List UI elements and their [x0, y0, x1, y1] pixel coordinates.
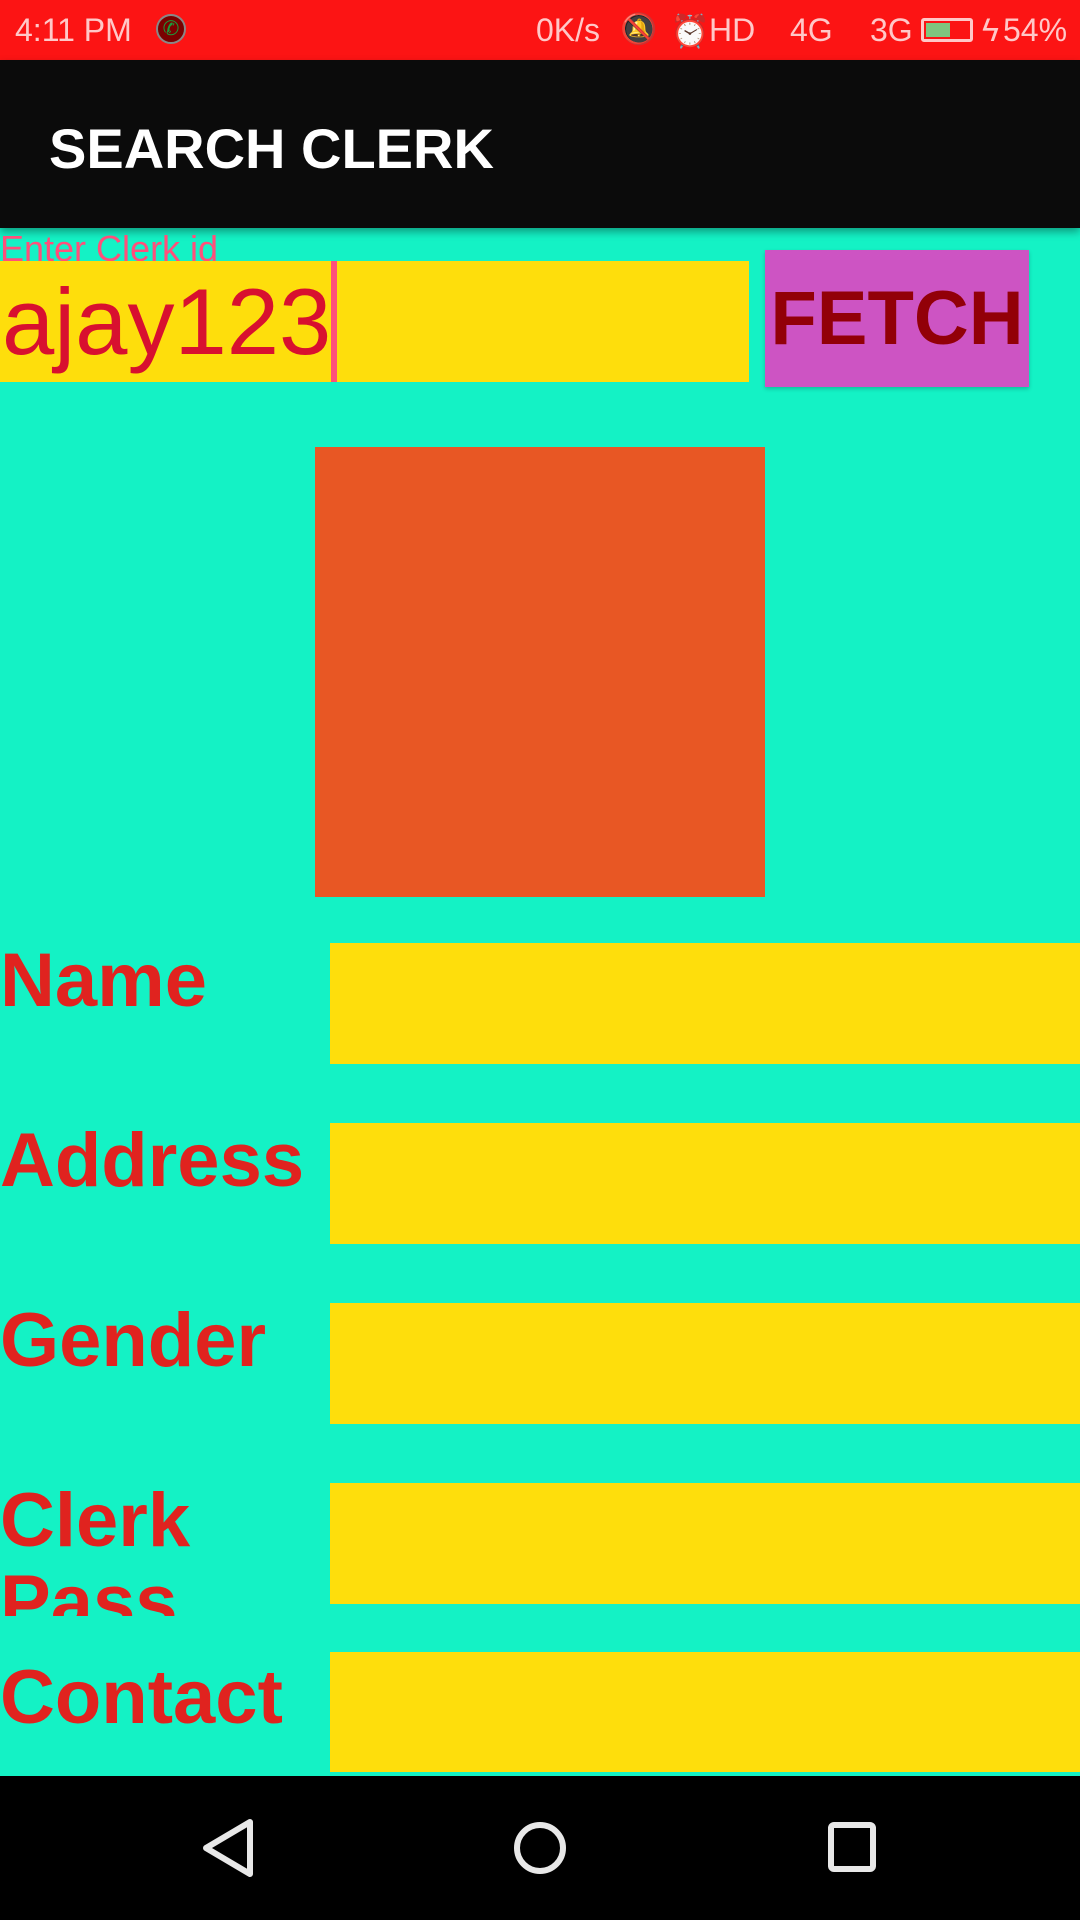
gender-label: Gender	[0, 1300, 267, 1383]
status-time: 4:11 PM	[15, 12, 132, 48]
recents-icon[interactable]	[826, 1816, 882, 1885]
app-toolbar: SEARCH CLERK	[0, 60, 1080, 228]
call-recorder-icon: ✆	[156, 14, 186, 44]
battery-percent: 54%	[1003, 12, 1068, 48]
contact-label: Contact	[0, 1657, 283, 1740]
net-speed: 0K/s	[536, 12, 601, 48]
fetch-button[interactable]: FETCH	[765, 250, 1029, 387]
home-icon[interactable]	[512, 1816, 568, 1885]
name-label: Name	[0, 940, 207, 1023]
text-cursor	[331, 261, 338, 382]
alarm-icon: ⏰	[670, 13, 710, 49]
status-bar: 4:11 PM ✆ 0K/s 🔕 ⏰ HD 4G 3G ϟ 54%	[0, 0, 1080, 60]
name-field[interactable]	[330, 943, 1080, 1064]
signal-hd: HD	[709, 12, 756, 48]
signal-3g: 3G	[870, 12, 913, 48]
page-title: SEARCH CLERK	[49, 117, 494, 180]
gender-field[interactable]	[330, 1303, 1080, 1424]
clerk-photo	[315, 447, 765, 897]
bell-off-icon: 🔕	[620, 13, 658, 46]
charging-icon: ϟ	[982, 12, 999, 48]
clerk-pass-label: Clerk Pass	[0, 1480, 191, 1616]
clerk-pass-field[interactable]	[330, 1483, 1080, 1604]
battery-icon	[921, 18, 973, 42]
clerk-id-input[interactable]: ajay123	[0, 261, 749, 382]
contact-field[interactable]	[330, 1652, 1080, 1772]
navigation-bar	[0, 1776, 1080, 1920]
clerk-id-value: ajay123	[2, 269, 332, 374]
address-label: Address	[0, 1120, 305, 1203]
back-icon[interactable]	[200, 1816, 256, 1885]
address-field[interactable]	[330, 1123, 1080, 1244]
signal-4g: 4G	[790, 12, 833, 48]
